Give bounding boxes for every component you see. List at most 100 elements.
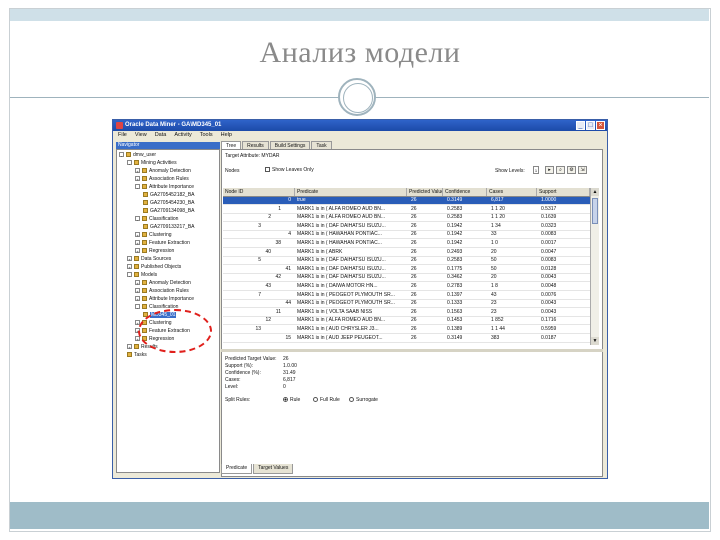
tree-item[interactable]: + Regression	[135, 247, 174, 255]
maximize-button[interactable]: □	[586, 121, 595, 130]
table-cell: MARK1 is in ( DAF DAIHATSU ISUZU...	[297, 265, 386, 272]
tree-item[interactable]: - Mining Activities	[127, 159, 177, 167]
table-row[interactable]: 2 MARK1 is in ( ALFA ROMEO AUD BN... 26 0.2…	[223, 214, 590, 223]
show-leaves-checkbox[interactable]	[265, 167, 270, 173]
menu-file[interactable]: File	[118, 131, 127, 140]
expand-icon[interactable]: +	[135, 288, 140, 294]
table-row[interactable]: 13 MARK1 is in ( AUD CHRYSLER J3... 26 0.13…	[223, 326, 590, 334]
table-row[interactable]: 11 MARK1 is in ( VOLTA SAAB NISS 26 0.1563 2…	[223, 309, 590, 317]
tree-item[interactable]: + Association Rules	[135, 287, 189, 295]
tab-predicate[interactable]: Predicate	[221, 464, 253, 474]
expand-icon[interactable]: +	[127, 264, 132, 270]
split-divider[interactable]	[221, 349, 603, 352]
expand-icon[interactable]: +	[135, 296, 140, 302]
table-row[interactable]: 15 MARK1 is in ( AUD JEEP PEUGEOT... 26 0.3…	[223, 335, 590, 343]
tree-item[interactable]: Tasks	[127, 351, 147, 359]
table-row[interactable]: 5 MARK1 is in ( DAF DAIHATSU ISUZU... 26 0.…	[223, 257, 590, 266]
collapse-icon[interactable]: -	[127, 160, 132, 166]
tree-item[interactable]: GA2705454230_BA	[143, 199, 194, 207]
menu-activity[interactable]: Activity	[174, 131, 191, 140]
table-row[interactable]: 3 MARK1 is in ( DAF DAIHATSU ISUZU... 26 0.…	[223, 223, 590, 231]
tree-item[interactable]: + Data Sources	[127, 255, 171, 263]
column-header[interactable]: Support	[537, 188, 590, 196]
expand-icon[interactable]: +	[135, 240, 140, 246]
close-button[interactable]: ×	[596, 121, 605, 130]
menu-tools[interactable]: Tools	[200, 131, 213, 140]
table-row[interactable]: 0 true 26 0.3149 6,817 1.0000	[223, 197, 590, 205]
table-row[interactable]: 43 MARK1 is in ( DAIWA MOTOR HN... 26 0.278…	[223, 283, 590, 291]
table-cell: MARK1 is in ( DAF DAIHATSU ISUZU...	[297, 274, 386, 281]
split-option-full-rule[interactable]: Full Rule	[313, 397, 340, 404]
tree-item[interactable]: + Anomaly Detection	[135, 279, 191, 287]
column-header[interactable]: Node ID	[223, 188, 295, 196]
expand-icon[interactable]: +	[135, 168, 140, 174]
table-row[interactable]: 41 MARK1 is in ( DAF DAIHATSU ISUZU... 26 0…	[223, 266, 590, 274]
column-header[interactable]: Predicate	[295, 188, 407, 196]
split-option-surrogate[interactable]: Surrogate	[349, 397, 378, 404]
expand-icon[interactable]: +	[135, 248, 140, 254]
table-row[interactable]: 1 MARK1 is in ( ALFA ROMEO AUD BN... 26 0.2…	[223, 206, 590, 214]
table-row[interactable]: 38 MARK1 is in ( HAWAHAN PONTIAC... 26 0.19…	[223, 240, 590, 248]
menu-help[interactable]: Help	[221, 131, 232, 140]
tree-item[interactable]: GA2709134098_BA	[143, 207, 194, 215]
expand-icon[interactable]: +	[127, 344, 132, 350]
show-levels-spinner[interactable]: 1	[533, 166, 539, 174]
column-header[interactable]: Predicted Value	[407, 188, 443, 196]
tree-item[interactable]: + Published Objects	[127, 263, 181, 271]
collapse-icon[interactable]: -	[135, 184, 140, 190]
table-row[interactable]: 12 MARK1 is in ( ALFA ROMEO AUD BN... 26 0.…	[223, 317, 590, 326]
radio-full-rule[interactable]	[313, 397, 318, 403]
search-icon[interactable]: ⌕	[556, 166, 565, 174]
table-row[interactable]: 4 MARK1 is in ( HAWAHAN PONTIAC... 26 0.194…	[223, 231, 590, 240]
minimize-button[interactable]: _	[576, 121, 585, 130]
tab-target-values[interactable]: Target Values	[253, 464, 294, 474]
tree-item[interactable]: - Attribute Importance	[135, 183, 194, 191]
table-row[interactable]: 7 MARK1 is in ( PEOGEOT PLYMOUTH SR... 26 0…	[223, 292, 590, 300]
expand-icon[interactable]: ▸	[545, 166, 554, 174]
gear-icon[interactable]: ⚙	[567, 166, 576, 174]
radio-full-rule-label: Full Rule	[320, 397, 340, 403]
radio-rule[interactable]	[283, 397, 288, 403]
collapse-icon[interactable]: -	[119, 152, 124, 158]
table-cell: 26	[411, 317, 417, 324]
expand-icon[interactable]: +	[127, 256, 132, 262]
tree-item-label: Regression	[149, 248, 175, 254]
table-cell: 0.1389	[447, 326, 463, 332]
tree-item[interactable]: - Classification	[135, 215, 178, 223]
tree-item[interactable]: - dmw_user	[119, 151, 156, 159]
column-header[interactable]: Cases	[487, 188, 537, 196]
menu-data[interactable]: Data	[155, 131, 167, 140]
slide-title: Анализ модели	[259, 36, 461, 69]
split-option-rule[interactable]: Rule	[283, 397, 300, 404]
tree-item[interactable]: + Anomaly Detection	[135, 167, 191, 175]
grid-scrollbar[interactable]: ▲ ▼	[590, 188, 599, 345]
table-cell: 50	[491, 265, 497, 272]
menu-view[interactable]: View	[135, 131, 147, 140]
tree-item[interactable]: + Clustering	[135, 231, 172, 239]
tree-item[interactable]: GA2705452182_BA	[143, 191, 194, 199]
tree-item[interactable]: + Feature Extraction	[135, 239, 190, 247]
table-row[interactable]: 42 MARK1 is in ( DAF DAIHATSU ISUZU... 26 0…	[223, 274, 590, 283]
detail-row: Support (%): 1.0.00	[225, 363, 297, 370]
scroll-down-icon[interactable]: ▼	[591, 337, 599, 345]
radio-surrogate[interactable]	[349, 397, 354, 403]
window-titlebar[interactable]: Oracle Data Miner - GA\MD345_01 _ □ ×	[113, 120, 607, 131]
expand-icon[interactable]: +	[135, 280, 140, 286]
expand-icon[interactable]: +	[135, 176, 140, 182]
table-row[interactable]: 44 MARK1 is in ( PEOGEOT PLYMOUTH SR... 26…	[223, 300, 590, 309]
tree-item[interactable]: GA2709133217_BA	[143, 223, 194, 231]
table-row[interactable]: 40 MARK1 is in ( ABRK 26 0.2493 20 0.0047	[223, 249, 590, 257]
tree-item-label: Published Objects	[141, 264, 182, 270]
collapse-icon[interactable]: -	[135, 304, 140, 310]
expand-icon[interactable]: +	[135, 232, 140, 238]
tree-item[interactable]: - Models	[127, 271, 157, 279]
tree-item[interactable]: + Attribute Importance	[135, 295, 194, 303]
scroll-thumb[interactable]	[592, 198, 598, 224]
show-leaves-option[interactable]: Show Leaves Only	[265, 167, 314, 173]
column-header[interactable]: Confidence	[443, 188, 487, 196]
collapse-icon[interactable]: -	[127, 272, 132, 278]
scroll-up-icon[interactable]: ▲	[591, 188, 599, 196]
export-icon[interactable]: ⇲	[578, 166, 587, 174]
collapse-icon[interactable]: -	[135, 216, 140, 222]
tree-item[interactable]: + Association Rules	[135, 175, 189, 183]
